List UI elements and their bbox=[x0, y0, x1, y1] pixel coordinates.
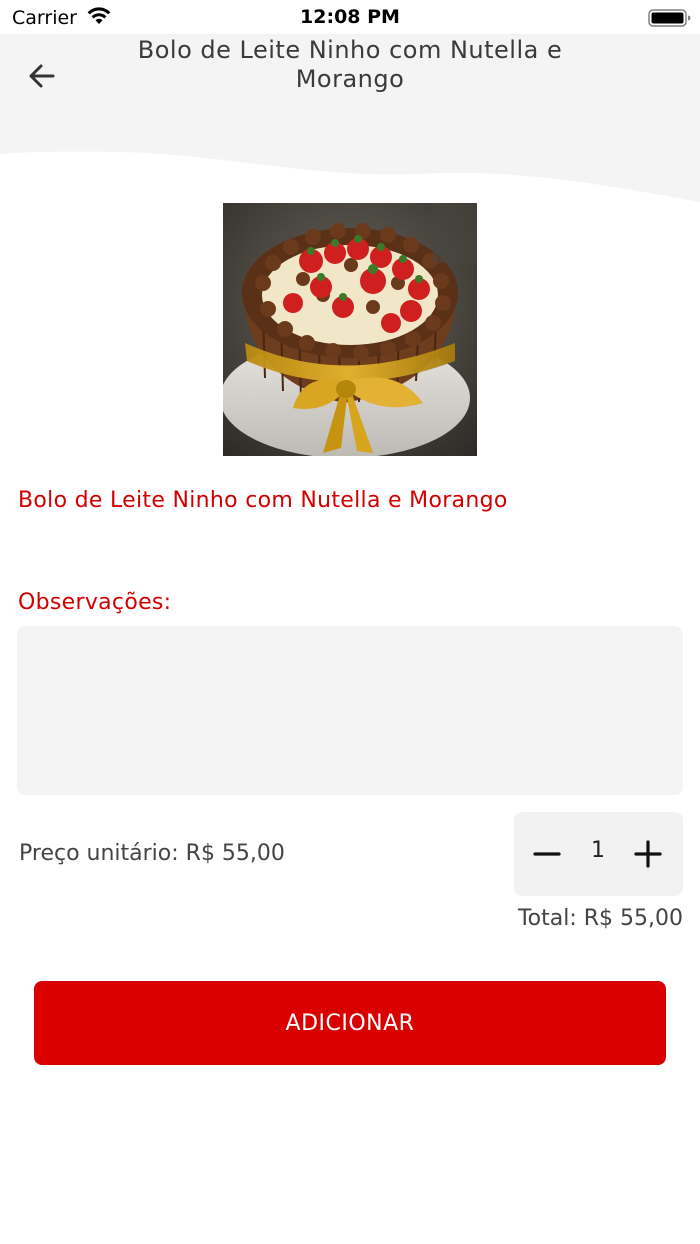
add-button[interactable]: ADICIONAR bbox=[34, 981, 666, 1065]
product-name: Bolo de Leite Ninho com Nutella e Morang… bbox=[18, 488, 508, 513]
add-button-label: ADICIONAR bbox=[285, 1010, 415, 1036]
quantity-stepper: 1 bbox=[514, 812, 683, 896]
product-image bbox=[223, 203, 477, 456]
header: Bolo de Leite Ninho com Nutella e Morang… bbox=[0, 34, 700, 224]
plus-icon bbox=[634, 840, 662, 868]
observations-label: Observações: bbox=[18, 590, 172, 615]
observations-field[interactable] bbox=[17, 626, 683, 795]
arrow-left-icon bbox=[29, 64, 55, 88]
minus-icon bbox=[533, 852, 561, 856]
quantity-value: 1 bbox=[591, 838, 605, 863]
back-button[interactable] bbox=[22, 56, 62, 96]
page-title: Bolo de Leite Ninho com Nutella e Morang… bbox=[137, 36, 563, 93]
status-bar: Carrier 12:08 PM bbox=[0, 0, 700, 34]
cake-photo bbox=[223, 203, 477, 456]
battery-icon bbox=[648, 9, 691, 27]
increase-quantity-button[interactable] bbox=[626, 832, 670, 876]
unit-price: Preço unitário: R$ 55,00 bbox=[19, 841, 285, 866]
clock: 12:08 PM bbox=[300, 6, 400, 28]
decrease-quantity-button[interactable] bbox=[525, 832, 569, 876]
total-price: Total: R$ 55,00 bbox=[517, 906, 683, 931]
